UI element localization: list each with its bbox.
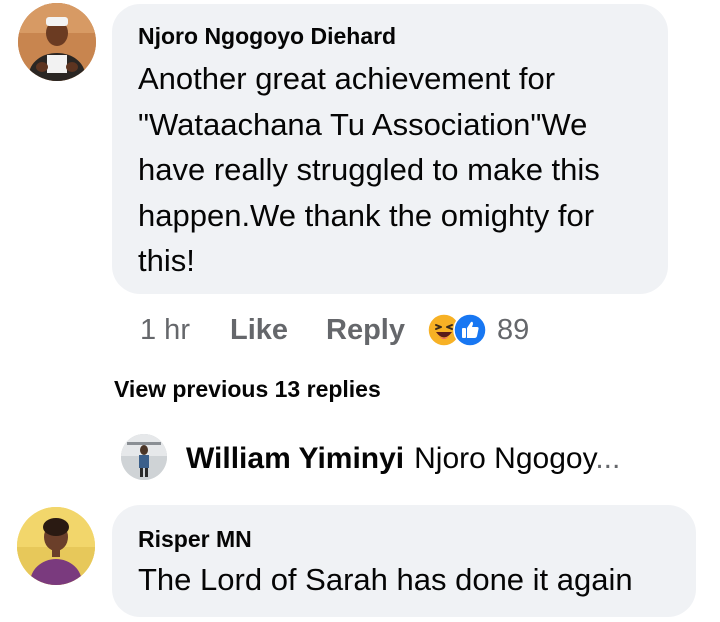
comment-timestamp[interactable]: 1 hr [140, 314, 190, 347]
person-photo-icon [121, 434, 167, 480]
reaction-count: 89 [497, 313, 530, 346]
like-button[interactable]: Like [230, 314, 288, 347]
person-photo-icon [18, 3, 96, 81]
comment-bubble[interactable]: Risper MN The Lord of Sarah has done it … [112, 505, 696, 617]
comment-author[interactable]: Risper MN [138, 525, 252, 553]
reply-preview-text: Njoro Ngogoy [414, 442, 596, 475]
avatar[interactable] [17, 507, 95, 585]
comment-text: Another great achievement for "Wataachan… [138, 61, 600, 278]
comment-actions: 1 hr Like Reply 89 [140, 310, 529, 350]
avatar[interactable] [121, 434, 167, 480]
comment-bubble[interactable]: Njoro Ngogoyo Diehard Another great achi… [112, 4, 668, 294]
view-previous-replies-link[interactable]: View previous 13 replies [114, 376, 381, 403]
like-icon [453, 313, 487, 347]
avatar[interactable] [18, 3, 96, 81]
reply-author[interactable]: William Yiminyi [186, 442, 404, 475]
person-photo-icon [17, 507, 95, 585]
reply-button[interactable]: Reply [326, 314, 405, 347]
comment-text: The Lord of Sarah has done it again [138, 562, 633, 597]
comments-thread: Njoro Ngogoyo Diehard Another great achi… [0, 0, 720, 622]
reply-preview[interactable]: William Yiminyi Njoro Ngogoy... [186, 440, 620, 478]
reactions-summary[interactable]: 89 [427, 313, 529, 347]
reply-ellipsis: ... [595, 442, 621, 475]
comment-author[interactable]: Njoro Ngogoyo Diehard [138, 22, 396, 50]
